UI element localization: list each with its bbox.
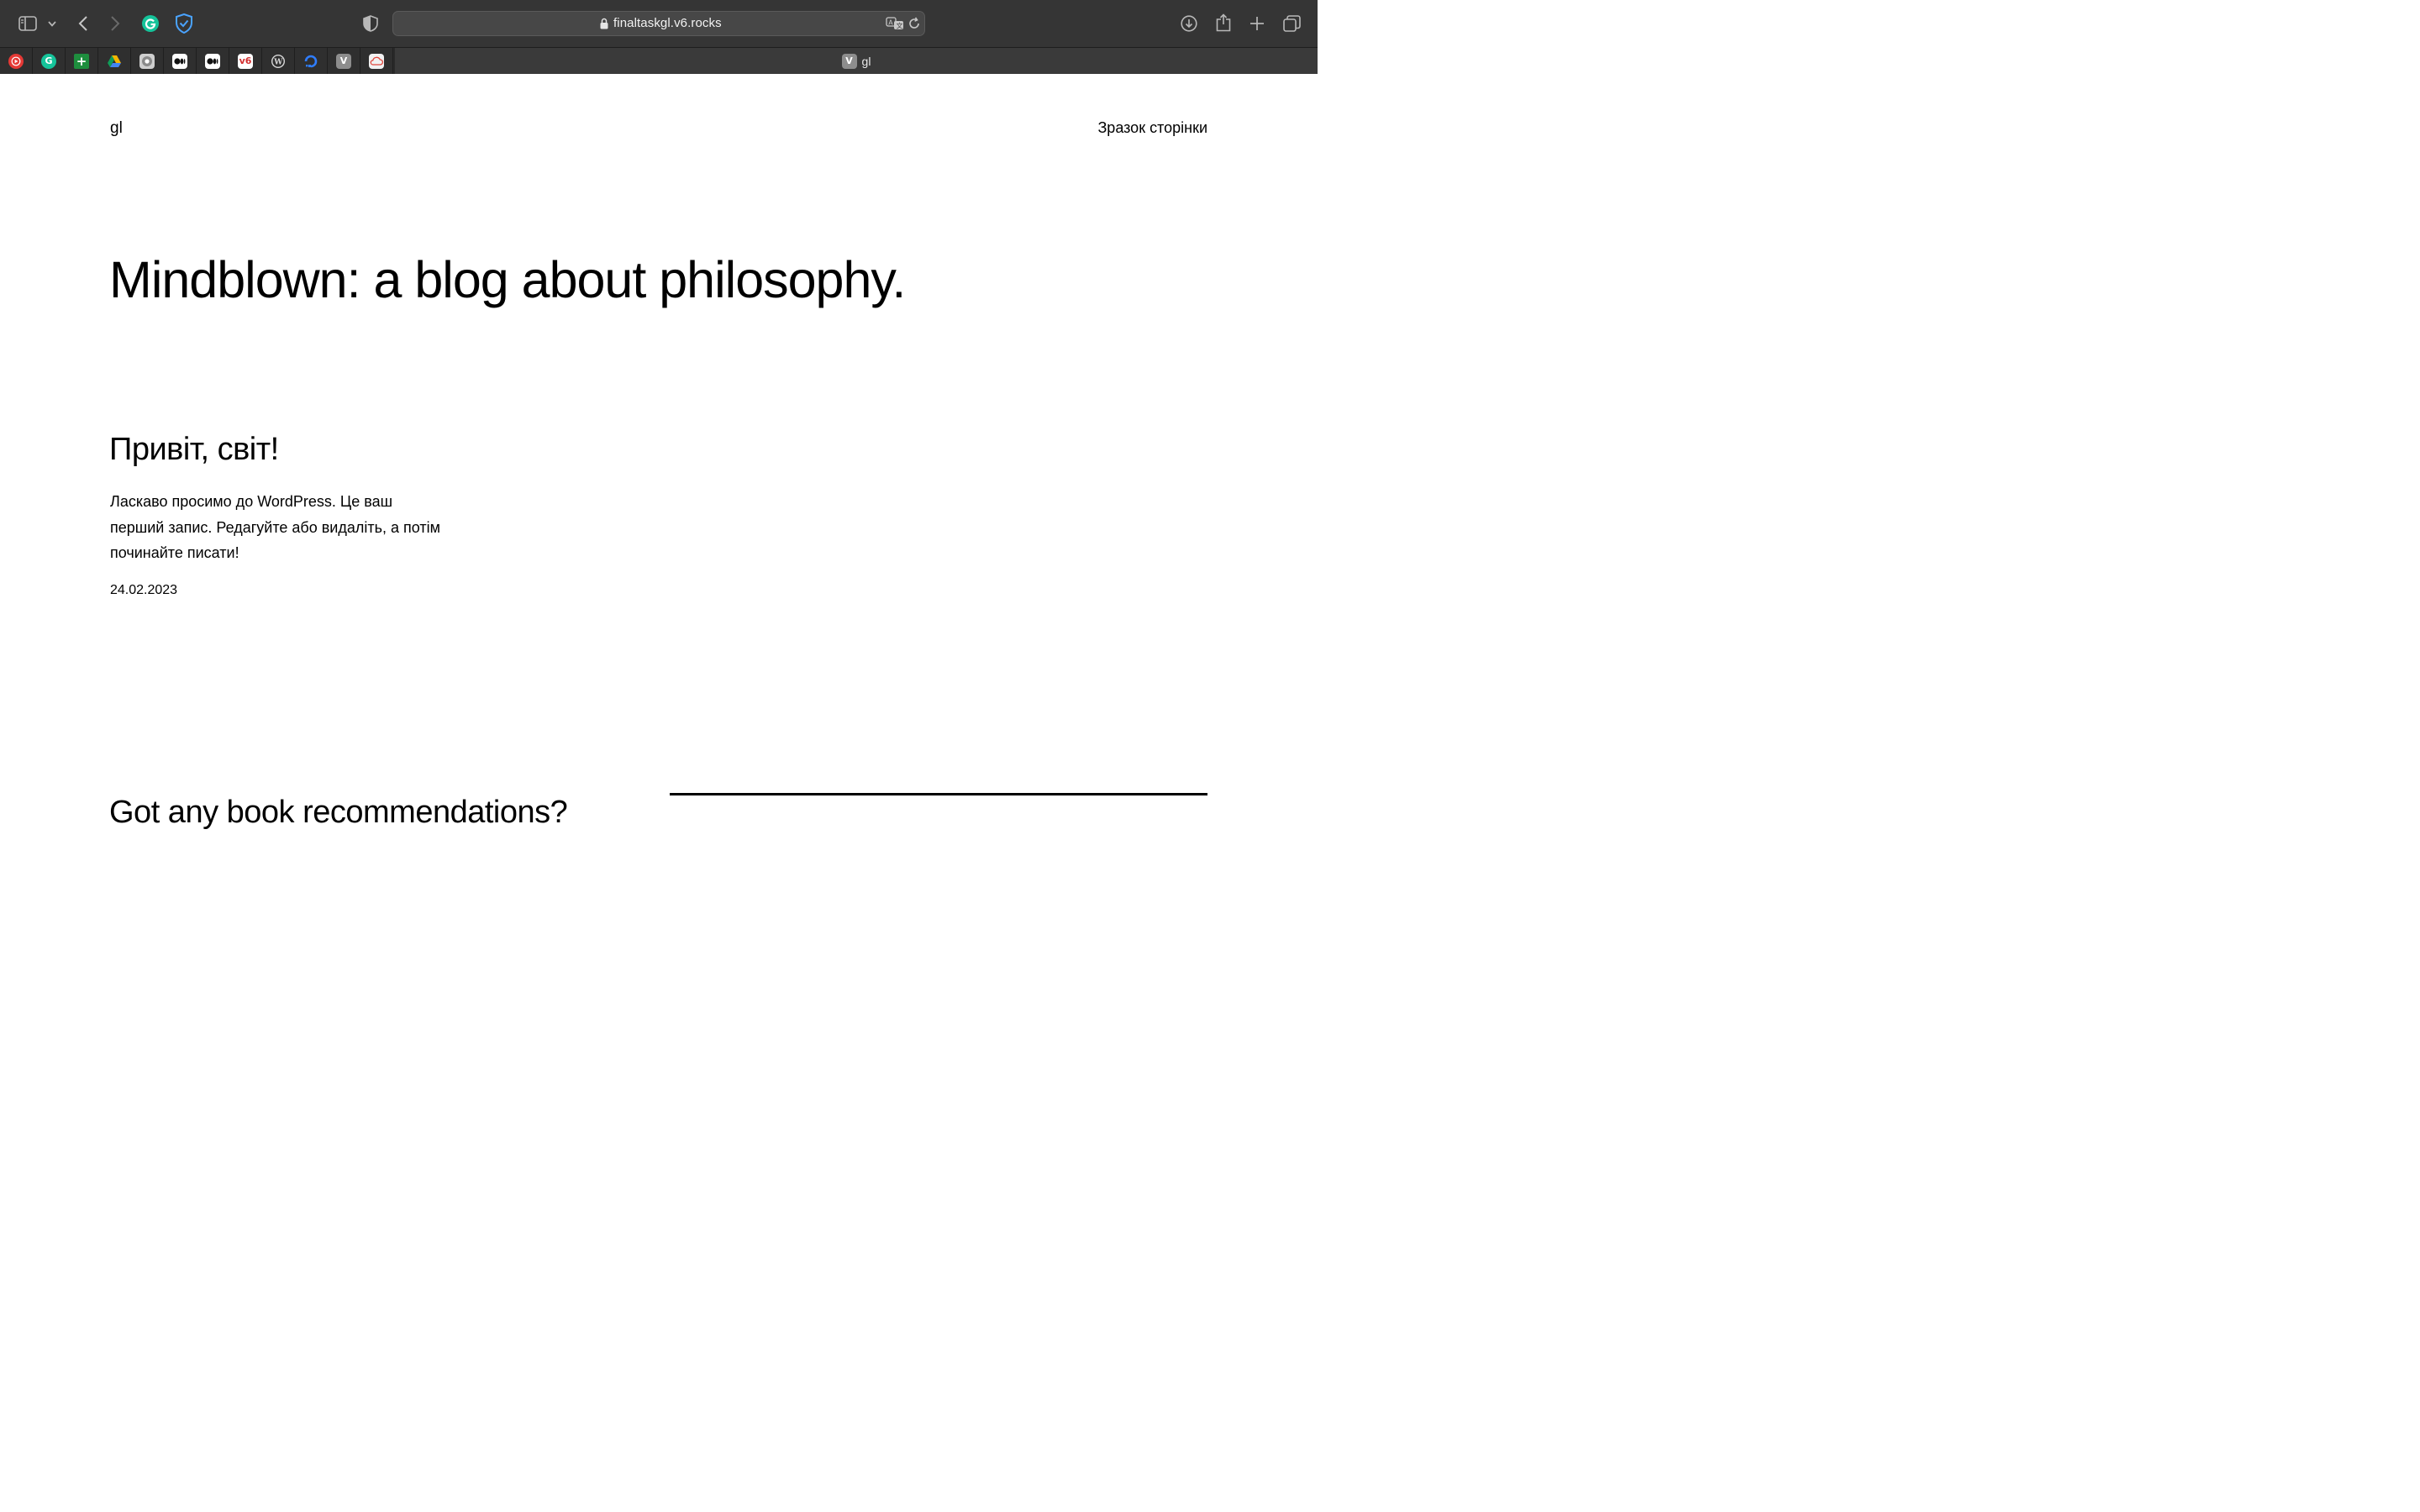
grammarly-extension-icon[interactable] <box>141 14 160 33</box>
wordpress-icon: W <box>271 54 286 69</box>
medium-icon <box>205 53 220 69</box>
v-letter-icon: V <box>841 53 857 69</box>
browser-toolbar: finaltaskgl.v6.rocks A文 <box>0 0 1318 47</box>
favorite-tab-cloud[interactable] <box>360 48 393 74</box>
forward-arrow-icon[interactable] <box>106 14 124 33</box>
nav-sample-page-link[interactable]: Зразок сторінки <box>1097 119 1207 137</box>
chromium-icon <box>139 53 155 69</box>
reload-icon[interactable] <box>908 17 921 34</box>
svg-text:文: 文 <box>897 22 903 30</box>
chevron-down-icon[interactable] <box>46 18 58 29</box>
digitalocean-icon <box>303 54 318 69</box>
hero-heading: Mindblown: a blog about philosophy. <box>109 251 906 308</box>
favorite-tab-youtube-music[interactable] <box>0 48 33 74</box>
lock-icon <box>600 18 608 34</box>
grammarly-icon: G <box>41 53 56 69</box>
tab-overview-icon[interactable] <box>1282 14 1301 33</box>
cloud-icon <box>369 53 384 69</box>
v-letter-icon: V <box>336 53 351 69</box>
svg-text:W: W <box>273 58 283 66</box>
favorite-tab-grammarly[interactable]: G <box>33 48 66 74</box>
favorite-tab-medium-2[interactable] <box>197 48 229 74</box>
google-drive-icon <box>107 54 122 69</box>
tabs-bar: G + v6 W V V gl <box>0 47 1318 74</box>
favorite-tab-google-drive[interactable] <box>98 48 131 74</box>
favorite-tab-digitalocean[interactable] <box>295 48 328 74</box>
favorite-tab-v-site[interactable]: V <box>328 48 360 74</box>
book-recommendations-heading: Got any book recommendations? <box>109 795 568 830</box>
favorite-tab-sheets[interactable]: + <box>66 48 98 74</box>
v6-logo-icon: v6 <box>238 53 253 69</box>
svg-text:A: A <box>888 19 893 27</box>
back-arrow-icon[interactable] <box>74 14 92 33</box>
favorite-tab-chromium[interactable] <box>131 48 164 74</box>
separator-line <box>670 793 1207 795</box>
new-tab-plus-icon[interactable] <box>1248 14 1266 33</box>
post-excerpt: Ласкаво просимо до WordPress. Це ваш пер… <box>110 493 440 561</box>
favorite-tab-medium-1[interactable] <box>164 48 197 74</box>
url-text: finaltaskgl.v6.rocks <box>613 16 722 30</box>
shield-check-extension-icon[interactable] <box>175 13 193 34</box>
active-tab[interactable]: V gl <box>395 48 1318 74</box>
post-title-link[interactable]: Привіт, світ! <box>109 432 279 468</box>
medium-icon <box>172 53 187 69</box>
post-date: 24.02.2023 <box>110 583 178 597</box>
favorite-tab-v6[interactable]: v6 <box>229 48 262 74</box>
youtube-music-icon <box>8 53 24 69</box>
favorite-tab-wordpress[interactable]: W <box>262 48 295 74</box>
site-title-link[interactable]: gl <box>110 119 123 138</box>
downloads-icon[interactable] <box>1180 14 1198 33</box>
tab-title: gl <box>861 54 871 68</box>
address-bar[interactable]: finaltaskgl.v6.rocks A文 <box>392 11 925 36</box>
green-plus-icon: + <box>74 53 89 69</box>
privacy-report-icon[interactable] <box>362 14 379 33</box>
sidebar-toggle-icon[interactable] <box>18 14 37 33</box>
share-icon[interactable] <box>1214 13 1233 33</box>
translate-icon[interactable]: A文 <box>886 16 904 35</box>
